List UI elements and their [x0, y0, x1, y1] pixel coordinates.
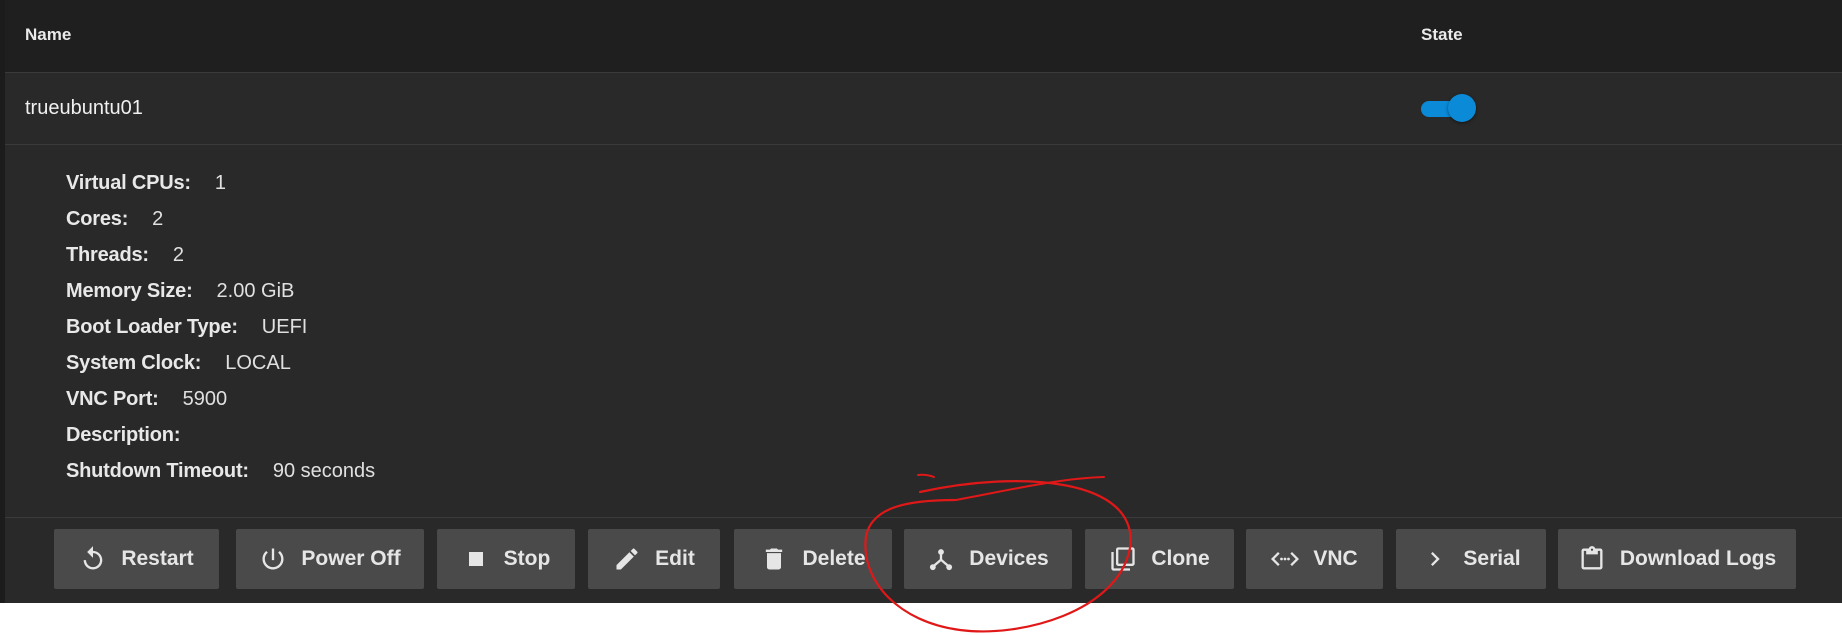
button-label: Devices	[969, 547, 1049, 570]
column-header-state[interactable]: State	[1421, 25, 1463, 45]
detail-value: 2	[172, 244, 184, 266]
edit-button[interactable]: Edit	[588, 529, 720, 589]
clone-icon	[1111, 547, 1135, 571]
detail-label: System Clock:	[66, 352, 202, 374]
devices-icon	[930, 549, 953, 571]
restart-button[interactable]: Restart	[54, 529, 219, 589]
detail-label: VNC Port:	[66, 388, 159, 410]
pencil-icon	[616, 548, 638, 570]
power-off-button[interactable]: Power Off	[236, 529, 424, 589]
serial-button[interactable]: Serial	[1396, 529, 1546, 589]
detail-row-boot-loader-type: Boot Loader Type: UEFI	[66, 316, 375, 352]
button-label: Download Logs	[1619, 547, 1777, 570]
column-header-name[interactable]: Name	[25, 25, 71, 45]
detail-row-system-clock: System Clock: LOCAL	[66, 352, 375, 388]
detail-label: Cores:	[66, 208, 129, 230]
detail-row-shutdown-timeout: Shutdown Timeout: 90 seconds	[66, 460, 375, 496]
button-label: VNC	[1313, 547, 1358, 570]
stop-icon	[468, 552, 483, 566]
vm-table-panel: Name State trueubuntu01 Virtual CPUs: 1 …	[0, 0, 1842, 603]
detail-row-description: Description:	[66, 424, 375, 460]
detail-label: Threads:	[66, 244, 149, 266]
detail-label: Boot Loader Type:	[66, 316, 238, 338]
button-label: Delete	[802, 547, 866, 570]
chevron-right-icon	[1431, 552, 1441, 566]
detail-label: Shutdown Timeout:	[66, 460, 249, 482]
detail-label: Virtual CPUs:	[66, 172, 191, 194]
button-label: Edit	[655, 547, 695, 570]
vm-name: trueubuntu01	[25, 97, 143, 119]
detail-row-virtual-cpus: Virtual CPUs: 1	[66, 172, 375, 208]
vm-details: Virtual CPUs: 1 Cores: 2 Threads: 2 Memo…	[66, 172, 375, 496]
detail-value: 2.00 GiB	[216, 280, 295, 302]
restart-icon	[83, 546, 103, 570]
clone-button[interactable]: Clone	[1085, 529, 1234, 589]
delete-button[interactable]: Delete	[734, 529, 892, 589]
stop-button[interactable]: Stop	[437, 529, 575, 589]
trash-icon	[766, 548, 783, 570]
detail-row-vnc-port: VNC Port: 5900	[66, 388, 375, 424]
table-header: Name State	[5, 0, 1842, 73]
divider	[5, 517, 1842, 518]
power-icon	[262, 548, 284, 570]
clipboard-icon	[1581, 546, 1603, 570]
button-label: Serial	[1463, 547, 1521, 570]
detail-row-cores: Cores: 2	[66, 208, 375, 244]
detail-value: LOCAL	[225, 352, 291, 374]
state-toggle[interactable]	[1421, 94, 1476, 122]
button-label: Restart	[121, 547, 194, 570]
detail-value: UEFI	[261, 316, 308, 338]
devices-button[interactable]: Devices	[904, 529, 1072, 589]
detail-value: 5900	[182, 388, 228, 410]
detail-value: 90 seconds	[272, 460, 376, 482]
button-label: Clone	[1151, 547, 1210, 570]
button-label: Stop	[503, 547, 551, 570]
detail-label: Memory Size:	[66, 280, 193, 302]
button-label: Power Off	[301, 547, 401, 570]
vnc-button[interactable]: VNC	[1246, 529, 1383, 589]
detail-label: Description:	[66, 424, 181, 446]
state-toggle-thumb	[1448, 94, 1476, 122]
detail-value: 1	[214, 172, 226, 194]
code-arrows-icon	[1271, 552, 1300, 566]
detail-value: 2	[152, 208, 164, 230]
download-logs-button[interactable]: Download Logs	[1558, 529, 1796, 589]
table-row[interactable]: trueubuntu01	[5, 73, 1842, 145]
detail-row-threads: Threads: 2	[66, 244, 375, 280]
detail-row-memory-size: Memory Size: 2.00 GiB	[66, 280, 375, 316]
